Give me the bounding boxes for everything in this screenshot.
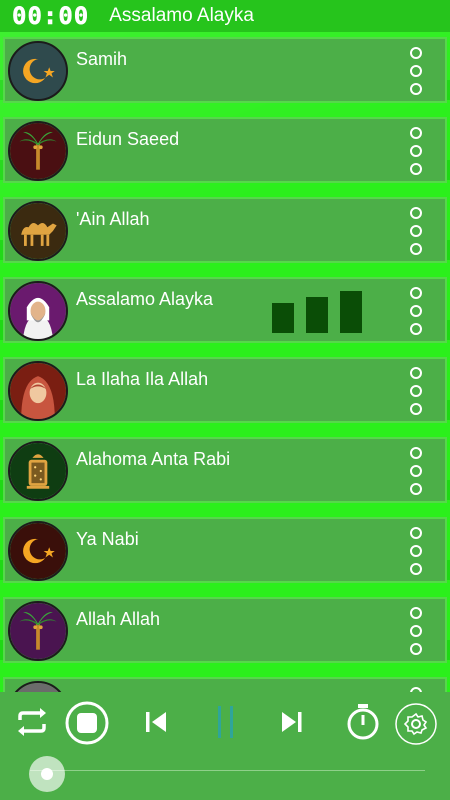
track-title: 'Ain Allah [76, 209, 150, 229]
stop-button[interactable] [64, 700, 110, 746]
track-row[interactable]: Alahoma Anta Rabi [3, 437, 447, 503]
playback-timer: 00:00 [12, 2, 90, 31]
more-options-icon[interactable] [409, 367, 423, 415]
track-title: Samih [76, 49, 128, 69]
track-row[interactable]: Allah Allah [3, 597, 447, 663]
next-icon[interactable] [276, 706, 308, 738]
partial-item-icon [8, 681, 68, 692]
track-title: Ya Nabi [76, 529, 139, 549]
palm-tree-icon [8, 601, 68, 661]
now-playing-title: Assalamo Alayka [109, 5, 254, 26]
more-options-icon[interactable] [409, 527, 423, 575]
sheikh-portrait-icon [8, 281, 68, 341]
track-title: Assalamo Alayka [76, 289, 214, 309]
previous-icon[interactable] [140, 706, 172, 738]
track-list[interactable]: Samih Eidun Saeed 'Ain Allah Assalamo Al… [0, 32, 450, 692]
track-title: Eidun Saeed [76, 129, 180, 149]
track-row[interactable]: La Ilaha Ila Allah [3, 357, 447, 423]
player-bar [0, 692, 450, 800]
track-row[interactable] [3, 677, 447, 692]
more-options-icon[interactable] [409, 287, 423, 335]
equalizer-icon [272, 291, 362, 333]
more-options-icon[interactable] [409, 447, 423, 495]
camel-icon [8, 201, 68, 261]
crescent-star-icon [8, 41, 68, 101]
more-options-icon[interactable] [409, 607, 423, 655]
track-row[interactable]: 'Ain Allah [3, 197, 447, 263]
track-title: Allah Allah [76, 609, 161, 629]
track-row[interactable]: Ya Nabi [3, 517, 447, 583]
track-row[interactable]: Samih [3, 37, 447, 103]
hijab-woman-icon [8, 361, 68, 421]
track-row[interactable]: Eidun Saeed [3, 117, 447, 183]
more-options-icon[interactable] [409, 47, 423, 95]
track-title: La Ilaha Ila Allah [76, 369, 209, 389]
track-row-playing[interactable]: Assalamo Alayka [3, 277, 447, 343]
timer-icon[interactable] [343, 702, 383, 742]
settings-icon[interactable] [394, 702, 438, 746]
seek-bar[interactable] [30, 770, 425, 771]
track-title: Alahoma Anta Rabi [76, 449, 231, 469]
crescent-star-icon [8, 521, 68, 581]
pause-icon[interactable] [208, 702, 244, 742]
lantern-icon [8, 441, 68, 501]
palm-tree-icon [8, 121, 68, 181]
top-bar: 00:00 Assalamo Alayka [0, 0, 450, 32]
repeat-icon[interactable] [14, 704, 50, 740]
seek-knob[interactable] [29, 756, 65, 792]
more-options-icon[interactable] [409, 207, 423, 255]
more-options-icon[interactable] [409, 127, 423, 175]
